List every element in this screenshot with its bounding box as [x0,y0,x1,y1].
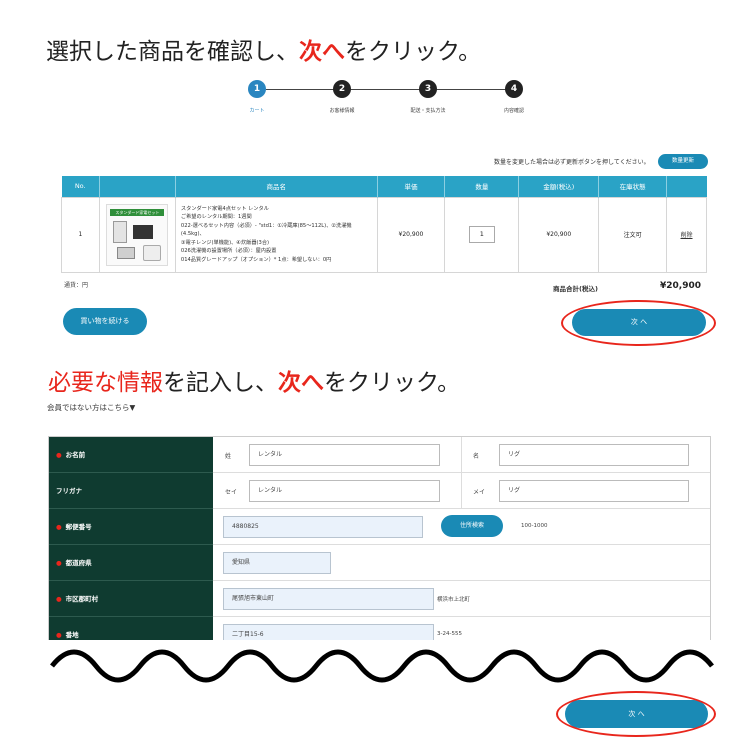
step-3-label: 配送・支払方法 [410,108,446,114]
last-name-kana-input[interactable]: レンタル [249,480,440,502]
step-3-dot: 3 [419,80,437,98]
col-unit-price: 単価 [377,176,446,197]
desc-line: ③電子レンジ(単機能)、④炊飯器(3合) [180,239,270,246]
required-mark: ● [56,595,62,603]
continue-shopping-button[interactable]: 買い物を続ける [63,308,147,335]
first-name-kana-input[interactable]: リグ [499,480,689,502]
required-mark: ● [56,451,62,459]
delete-link[interactable]: 削除 [681,232,693,239]
desc-line: 022-選べるセット内容（必須）- "std1：①冷蔵庫(85〜112L)、②洗… [180,222,352,238]
desc-line: ご希望のレンタル期間：1週間 [180,214,252,221]
sei-label: 姓 [225,453,232,460]
table-row: 1 スタンダード家電セット スタンダード家電4点セット レンタル ご希望のレンタ… [61,196,707,273]
city-label: ● 市区郡町村 [49,581,213,617]
member-link[interactable]: 会員ではない方はこちら▼ [47,402,135,413]
step-2-dot: 2 [333,80,351,98]
customer-form: ● お名前 姓 レンタル 名 リグ フリガナ セイ レンタル メイ リグ ● 郵便番… [48,436,711,652]
last-name-input[interactable]: レンタル [249,444,440,466]
delete-cell: 削除 [666,196,707,273]
stepper-line [266,89,515,90]
zip-hint: 100-1000 [521,523,548,529]
name-row: ● お名前 姓 レンタル 名 リグ [49,437,710,473]
kana-row: フリガナ セイ レンタル メイ リグ [49,473,710,509]
total-value: ¥20,900 [660,281,701,291]
col-action [666,176,707,197]
instruction-2: 必要な情報を記入し、次へをクリック。 [48,370,461,396]
prefecture-select[interactable]: 愛知県 [223,552,331,574]
quantity-cell: 1 [444,196,520,273]
required-mark: ● [56,631,62,639]
col-quantity: 数量 [444,176,520,197]
cart-table: No. 商品名 単価 数量 金額(税込) 在庫状態 1 スタンダード家電セット … [61,176,707,273]
col-product-name: 商品名 [175,176,378,197]
product-title[interactable]: スタンダード家電4点セット レンタル [181,205,372,214]
update-note: 数量を変更した場合は必ず更新ボタンを押してください。 [494,159,650,166]
highlight-oval-2 [556,691,716,737]
prefecture-label: ● 都道府県 [49,545,213,581]
product-image-label: スタンダード家電セット [110,208,165,216]
step-4-dot: 4 [505,80,523,98]
city-input[interactable]: 尾張旭市東山町 [223,588,434,610]
instruction-1: 選択した商品を確認し、次へをクリック。 [46,39,482,65]
street-hint: 3-24-555 [437,631,462,637]
col-no: No. [61,176,100,197]
city-hint: 横浜市上北町 [437,597,471,603]
col-amount: 金額(税込) [518,176,600,197]
stock-status: 注文可 [598,196,668,273]
sei-kana-label: セイ [225,489,238,496]
fridge-shape [113,220,128,243]
zip-row: ● 郵便番号 4880825 住所検索 100-1000 [49,509,710,545]
col-image [99,176,176,197]
kana-label: フリガナ [49,473,213,509]
step-4-label: 内容確認 [503,108,524,114]
address-search-button[interactable]: 住所検索 [441,515,503,537]
product-image[interactable]: スタンダード家電セット [106,203,169,266]
microwave-shape [133,224,154,239]
wavy-cut-divider [40,640,720,683]
mei-kana-label: メイ [473,489,486,496]
step-1-dot: 1 [248,80,266,98]
divider [461,437,462,473]
first-name-input[interactable]: リグ [499,444,689,466]
name-label: ● お名前 [49,437,213,473]
quantity-input[interactable]: 1 [468,226,495,243]
step-1-label: カート [249,108,265,114]
row-no: 1 [61,196,100,273]
amount: ¥20,900 [518,196,600,273]
washer-shape [117,246,136,259]
update-quantity-button[interactable]: 数量更新 [658,154,708,169]
divider [461,473,462,509]
required-mark: ● [56,559,62,567]
city-row: ● 市区郡町村 尾張旭市東山町 横浜市上北町 [49,581,710,617]
prefecture-row: ● 都道府県 愛知県 [49,545,710,581]
zip-label: ● 郵便番号 [49,509,213,545]
desc-line: 026洗濯機の設置場所（必須）：屋内設置 [180,248,277,255]
total-label: 商品合計(税込) [553,285,598,293]
cart-header-row: No. 商品名 単価 数量 金額(税込) 在庫状態 [61,176,707,197]
desc-line: 014品質グレードアップ（オプション）* 1点：希望しない：0円 [180,256,332,263]
required-mark: ● [56,523,62,531]
currency-note: 通貨：円 [64,282,89,289]
unit-price: ¥20,900 [376,196,446,273]
product-image-cell: スタンダード家電セット [98,196,176,273]
col-stock: 在庫状態 [598,176,668,197]
highlight-oval-1 [561,300,716,346]
zip-input[interactable]: 4880825 [223,516,423,538]
rice-cooker-shape [143,244,162,261]
step-2-label: お客様情報 [329,108,355,114]
mei-label: 名 [473,453,480,460]
product-description: スタンダード家電4点セット レンタル ご希望のレンタル期間：1週間 022-選べ… [174,196,378,273]
